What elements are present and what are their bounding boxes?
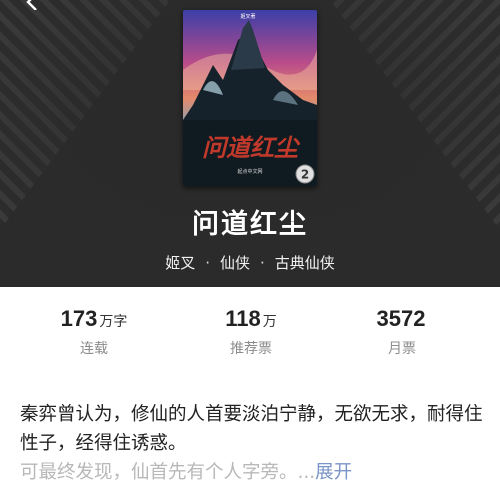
book-meta: 姬叉 · 仙侠 · 古典仙侠 (0, 252, 500, 273)
meta-separator: · (205, 254, 210, 272)
book-description-faded: 可最终发现，仙首先有个人字旁。...展开 (20, 458, 490, 487)
expand-link[interactable]: 展开 (315, 462, 352, 483)
cover-publisher: 起点中文网 (237, 168, 262, 175)
stat-value: 173 (60, 306, 98, 331)
stat-monthly-votes: 3572 月票 (332, 306, 472, 358)
stat-value: 118 (225, 306, 261, 331)
stat-word-count: 173 万字 连载 (24, 306, 164, 358)
stat-unit: 万 (262, 314, 277, 330)
cover-badge: 2 (301, 168, 309, 182)
back-arrow-icon[interactable] (22, 0, 42, 10)
stat-unit: 万字 (99, 314, 128, 330)
author-link[interactable]: 姬叉 (165, 254, 195, 272)
stat-label: 月票 (388, 341, 416, 357)
stat-value: 3572 (376, 306, 426, 331)
description-faded-text: 可最终发现，仙首先有个人字旁。 (20, 462, 298, 483)
category-link[interactable]: 仙侠 (220, 254, 250, 272)
subcategory-link[interactable]: 古典仙侠 (275, 254, 335, 272)
book-description: 秦弈曾认为，修仙的人首要淡泊宁静，无欲无求，耐得住性子，经得住诱惑。 (20, 404, 483, 454)
book-cover[interactable]: 问道红尘 姬叉著 起点中文网 2 (183, 10, 317, 186)
cover-author-tag: 姬叉著 (240, 13, 255, 20)
book-header: 问道红尘 姬叉著 起点中文网 2 问道红尘 姬叉 · 仙侠 · 古典仙侠 (0, 0, 500, 287)
cover-title-art: 问道红尘 (202, 133, 301, 162)
book-title: 问道红尘 (192, 209, 308, 240)
book-stats: 173 万字 连载 118 万 推荐票 3572 月票 (0, 306, 500, 376)
stat-label: 连载 (80, 341, 108, 357)
meta-separator: · (260, 254, 265, 272)
stat-label: 推荐票 (230, 341, 272, 357)
stat-recommend-votes: 118 万 推荐票 (181, 306, 321, 358)
description-ellipsis: ... (297, 462, 316, 483)
